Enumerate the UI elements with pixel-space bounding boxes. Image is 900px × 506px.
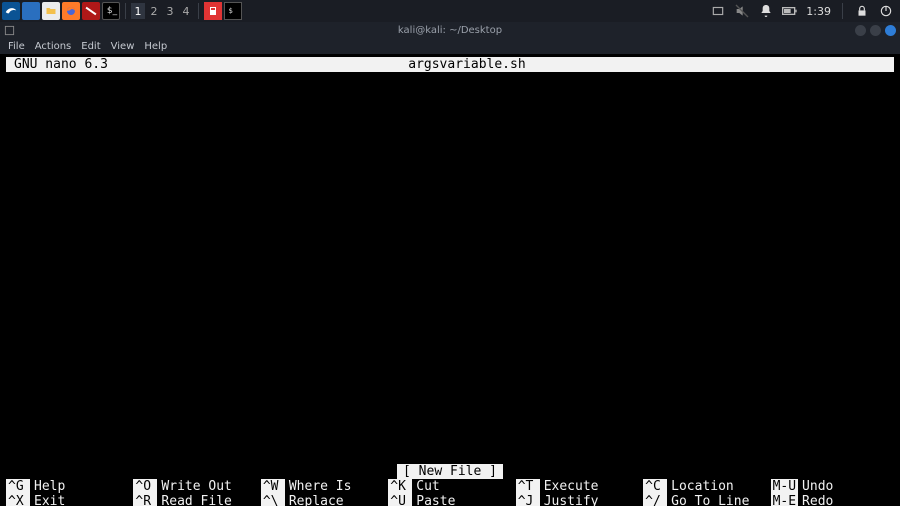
shortcut-r2-4: ^J Justify xyxy=(516,494,639,506)
battery-icon[interactable] xyxy=(782,3,798,19)
taskbar-separator xyxy=(198,3,199,19)
shortcut-label: Cut xyxy=(416,479,439,494)
shortcut-label: Write Out xyxy=(161,479,231,494)
shortcut-label: Redo xyxy=(802,494,833,506)
file-manager-icon[interactable] xyxy=(42,2,60,20)
nano-text-area[interactable] xyxy=(6,77,894,463)
workspace-4[interactable]: 4 xyxy=(179,3,193,19)
shortcut-r2-3: ^U Paste xyxy=(388,494,511,506)
clock[interactable]: 1:39 xyxy=(806,5,831,18)
window-titlebar[interactable]: kali@kali: ~/Desktop xyxy=(0,22,900,38)
nano-editor[interactable]: GNU nano 6.3 argsvariable.sh [ New File … xyxy=(0,57,900,506)
shortcut-label: Justify xyxy=(544,494,599,506)
shortcut-key: M-E xyxy=(771,494,798,506)
workspace-3[interactable]: 3 xyxy=(163,3,177,19)
shortcut-r2-6: M-E Redo xyxy=(771,494,894,506)
window-menu-icon[interactable] xyxy=(4,25,15,36)
kali-menu-icon[interactable] xyxy=(2,2,20,20)
taskbar-right: 1:39 xyxy=(710,3,900,19)
terminal-menubar: File Actions Edit View Help xyxy=(0,38,900,54)
shortcut-label: Undo xyxy=(802,479,833,494)
shortcut-key: ^J xyxy=(516,494,540,506)
panel-icon[interactable] xyxy=(22,2,40,20)
shortcut-label: Help xyxy=(34,479,65,494)
shortcut-r2-0: ^X Exit xyxy=(6,494,129,506)
running-app-1-icon[interactable] xyxy=(204,2,222,20)
sound-muted-icon[interactable] xyxy=(734,3,750,19)
nano-status: [ New File ] xyxy=(397,464,503,479)
taskbar-separator xyxy=(842,3,843,19)
workspace-1[interactable]: 1 xyxy=(131,3,145,19)
nano-shortcuts: ^G Help ^O Write Out ^W Where Is ^K Cut ^T Execut… xyxy=(6,479,894,506)
shortcut-key: ^U xyxy=(388,494,412,506)
shortcut-r1-1: ^O Write Out xyxy=(133,479,256,494)
shortcut-r1-6: M-U Undo xyxy=(771,479,894,494)
menu-help[interactable]: Help xyxy=(144,41,167,52)
shortcut-key: ^R xyxy=(133,494,157,506)
firefox-icon[interactable] xyxy=(62,2,80,20)
taskbar-left: $_ 1 2 3 4 $ xyxy=(0,2,242,20)
shortcut-r2-1: ^R Read File xyxy=(133,494,256,506)
tray-box-icon[interactable] xyxy=(710,3,726,19)
nano-app-name: GNU nano 6.3 xyxy=(14,57,108,72)
menu-actions[interactable]: Actions xyxy=(35,41,72,52)
menu-file[interactable]: File xyxy=(8,41,25,52)
shortcut-label: Go To Line xyxy=(671,494,749,506)
taskbar-separator xyxy=(125,3,126,19)
shortcut-r1-2: ^W Where Is xyxy=(261,479,384,494)
shortcut-key: ^G xyxy=(6,479,30,494)
window-close-button[interactable] xyxy=(885,25,896,36)
window-minimize-button[interactable] xyxy=(855,25,866,36)
nano-filename: argsvariable.sh xyxy=(108,57,826,72)
shortcut-label: Where Is xyxy=(289,479,352,494)
shortcut-label: Exit xyxy=(34,494,65,506)
shortcut-r2-2: ^\ Replace xyxy=(261,494,384,506)
shortcut-label: Location xyxy=(671,479,734,494)
noentry-icon[interactable] xyxy=(82,2,100,20)
menu-view[interactable]: View xyxy=(111,41,135,52)
shortcut-r1-4: ^T Execute xyxy=(516,479,639,494)
shortcut-r1-3: ^K Cut xyxy=(388,479,511,494)
shortcut-key: ^X xyxy=(6,494,30,506)
shortcut-key: ^C xyxy=(643,479,667,494)
shortcut-key: ^T xyxy=(516,479,540,494)
power-icon[interactable] xyxy=(878,3,894,19)
shortcut-r2-5: ^/ Go To Line xyxy=(643,494,766,506)
shortcut-key: ^K xyxy=(388,479,412,494)
shortcut-label: Read File xyxy=(161,494,231,506)
shortcut-r1-0: ^G Help xyxy=(6,479,129,494)
shortcut-key: M-U xyxy=(771,479,798,494)
shortcut-label: Replace xyxy=(289,494,344,506)
shortcut-key: ^\ xyxy=(261,494,285,506)
svg-text:$: $ xyxy=(229,7,233,15)
notifications-icon[interactable] xyxy=(758,3,774,19)
workspace-2[interactable]: 2 xyxy=(147,3,161,19)
running-terminal-icon[interactable]: $ xyxy=(224,2,242,20)
window-title: kali@kali: ~/Desktop xyxy=(0,25,900,36)
shortcut-key: ^O xyxy=(133,479,157,494)
nano-header: GNU nano 6.3 argsvariable.sh xyxy=(6,57,894,72)
shortcut-label: Paste xyxy=(416,494,455,506)
shortcut-key: ^W xyxy=(261,479,285,494)
lock-icon[interactable] xyxy=(854,3,870,19)
window-maximize-button[interactable] xyxy=(870,25,881,36)
menu-edit[interactable]: Edit xyxy=(81,41,100,52)
terminal-taskbar-icon[interactable]: $_ xyxy=(102,2,120,20)
shortcut-key: ^/ xyxy=(643,494,667,506)
os-taskbar: $_ 1 2 3 4 $ 1:39 xyxy=(0,0,900,22)
shortcut-r1-5: ^C Location xyxy=(643,479,766,494)
shortcut-label: Execute xyxy=(544,479,599,494)
